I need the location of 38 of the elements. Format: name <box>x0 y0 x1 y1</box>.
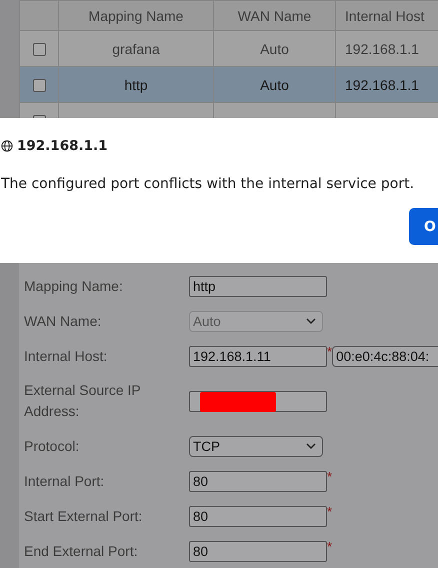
input-field[interactable]: 192.168.1.11 <box>189 346 327 366</box>
dialog-message: The configured port conflicts with the internal service port. <box>1 176 414 192</box>
chevron-icon <box>306 443 316 449</box>
column-header: WAN Name <box>214 0 336 30</box>
table-cell: grafana <box>112 40 160 56</box>
column-header: Mapping Name <box>58 0 214 30</box>
table-cell: 192.168.1.1 <box>345 40 419 56</box>
checkbox[interactable] <box>32 43 46 56</box>
checkbox[interactable] <box>32 79 46 92</box>
globe-icon <box>1 140 13 152</box>
input-field[interactable]: http <box>189 276 327 296</box>
required-mark: * <box>327 539 334 554</box>
field-label: Internal Port: <box>24 472 106 490</box>
field-label: Internal Host: <box>24 346 108 366</box>
dialog-title: 192.168.1.1 <box>17 138 108 154</box>
field-label: External Source IP Address: <box>24 381 142 421</box>
table-cell: Auto <box>260 76 289 92</box>
dropdown[interactable]: TCP <box>189 436 323 456</box>
field-label: Mapping Name: <box>24 276 124 296</box>
field-label: End External Port: <box>24 542 139 560</box>
table-cell: Auto <box>260 40 289 56</box>
input-field[interactable]: 00:e0:4c:88:04: <box>332 346 438 366</box>
input-field[interactable]: 80 <box>189 470 327 492</box>
required-mark: * <box>327 469 334 484</box>
required-mark: * <box>327 504 334 519</box>
input-field[interactable]: 80 <box>189 506 327 526</box>
input-field[interactable]: 80 <box>189 540 327 562</box>
field-label: WAN Name: <box>24 312 102 330</box>
field-label: Start External Port: <box>24 506 144 526</box>
table-cell: 192.168.1.1 <box>345 76 419 92</box>
input-field[interactable] <box>189 390 327 412</box>
table-cell: http <box>124 76 148 92</box>
table-row[interactable]: http Auto 192.168.1.1 <box>20 66 438 102</box>
column-header: Internal Host <box>336 0 438 30</box>
ok-button[interactable]: O <box>409 208 438 245</box>
required-mark: * <box>327 344 332 359</box>
chevron-icon <box>306 318 316 324</box>
field-label: Protocol: <box>24 436 80 456</box>
